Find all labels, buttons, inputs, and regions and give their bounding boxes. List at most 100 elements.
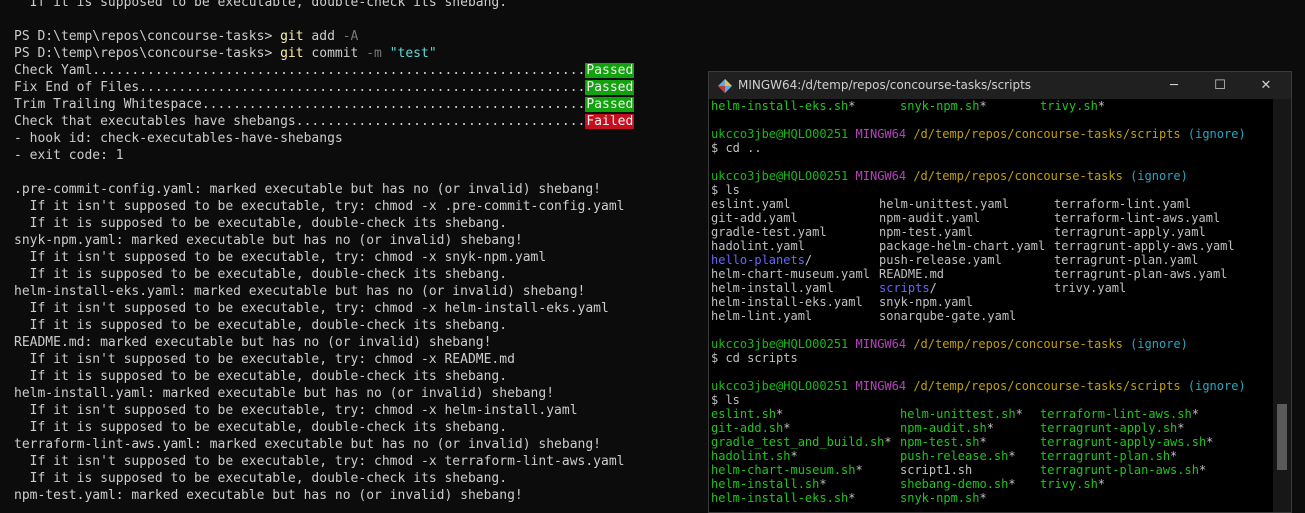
file-name: gradle_test_and_build.sh — [711, 435, 885, 449]
file-entry: terragrunt-apply.yaml — [1054, 225, 1206, 239]
file-entry: shebang-demo.sh* — [900, 477, 1016, 491]
file-entry: README.md — [879, 267, 944, 281]
minimize-button[interactable]: ─ — [1151, 72, 1197, 99]
close-button[interactable]: ✕ — [1243, 72, 1289, 99]
command-text: $ ls — [711, 393, 740, 407]
file-entry: terragrunt-plan.sh* — [1040, 449, 1177, 463]
prompt-line: ukcco3jbe@HQLO00251 MINGW64 /d/temp/repo… — [711, 337, 1188, 351]
command-line: PS D:\temp\repos\concourse-tasks> git ad… — [14, 28, 358, 45]
file-entry: terragrunt-plan.yaml — [1054, 253, 1199, 267]
file-name: hadolint.yaml — [711, 239, 805, 253]
file-name: scripts — [879, 281, 930, 295]
line-text: helm-install-eks.yaml: marked executable… — [14, 284, 586, 299]
file-entry: gradle_test_and_build.sh* — [711, 435, 892, 449]
mingw-terminal-output[interactable]: helm-install-eks.sh* snyk-npm.sh* trivy.sh… — [709, 99, 1273, 512]
prompt-user: ukcco3jbe@HQLO00251 — [711, 379, 849, 393]
mingw-title-bar[interactable]: MINGW64:/d/temp/repos/concourse-tasks/sc… — [709, 72, 1291, 99]
file-name: helm-install.sh — [711, 477, 820, 491]
line-text: If it isn't supposed to be executable, t… — [14, 250, 547, 265]
output-line: Check Yaml..............................… — [14, 62, 635, 79]
file-name: trivy.sh — [1040, 99, 1098, 113]
prompt-line: ukcco3jbe@HQLO00251 MINGW64 /d/temp/repo… — [711, 127, 1246, 141]
output-line: If it is supposed to be executable, doub… — [14, 470, 507, 487]
hook-status-badge: Passed — [585, 63, 635, 78]
output-line: README.md: marked executable but has no … — [14, 334, 491, 351]
git-branch: (ignore) — [1187, 379, 1246, 393]
line-text: Check that executables have shebangs....… — [14, 114, 586, 129]
file-entry: helm-chart-museum.sh* — [711, 463, 863, 477]
file-entry: helm-install-eks.yaml — [711, 295, 863, 309]
ls-row: hadolint.sh* push-release.sh* terragrunt-p… — [711, 449, 1177, 463]
file-name: snyk-npm.sh — [900, 491, 980, 505]
file-name: npm-audit.yaml — [879, 211, 981, 225]
file-name: snyk-npm.sh — [900, 99, 980, 113]
ls-row: helm-install-eks.sh* snyk-npm.sh* trivy.sh… — [711, 99, 1105, 113]
file-name: helm-install.yaml — [711, 281, 834, 295]
file-type-suffix: * — [783, 421, 791, 435]
prompt-line: ukcco3jbe@HQLO00251 MINGW64 /d/temp/repo… — [711, 379, 1246, 393]
command-option: -m — [366, 46, 382, 61]
file-type-suffix: * — [819, 477, 827, 491]
output-line: - hook id: check-executables-have-sheban… — [14, 130, 343, 147]
file-entry: script1.sh — [900, 463, 972, 477]
file-entry: trivy.yaml — [1054, 281, 1126, 295]
command-args: commit — [303, 46, 367, 61]
file-name: terragrunt-plan.sh — [1040, 449, 1171, 463]
output-line: snyk-npm.yaml: marked executable but has… — [14, 232, 523, 249]
file-type-suffix: * — [1177, 421, 1185, 435]
line-text: Check Yaml..............................… — [14, 63, 586, 78]
output-line: helm-install-eks.yaml: marked executable… — [14, 283, 585, 300]
ls-row: helm-install-eks.sh* snyk-npm.sh* — [711, 491, 987, 505]
file-entry: snyk-npm.yaml — [879, 295, 973, 309]
line-text: If it is supposed to be executable, doub… — [14, 0, 508, 10]
line-text: If it isn't supposed to be executable, t… — [14, 301, 609, 316]
prompt-env: MINGW64 — [855, 169, 907, 183]
line-text: Fix End of Files........................… — [14, 80, 586, 95]
output-line: Trim Trailing Whitespace................… — [14, 96, 635, 113]
scrollbar-thumb[interactable] — [1277, 404, 1287, 470]
line-text: snyk-npm.yaml: marked executable but has… — [14, 233, 523, 248]
file-name: helm-chart-museum.sh — [711, 463, 856, 477]
git-branch: (ignore) — [1187, 127, 1246, 141]
file-name: push-release.sh — [900, 449, 1009, 463]
hook-status-badge: Passed — [585, 97, 635, 112]
file-entry: hadolint.yaml — [711, 239, 805, 253]
file-entry: helm-unittest.yaml — [879, 197, 1009, 211]
command-args: add — [303, 29, 343, 44]
mingw-scrollbar[interactable] — [1273, 99, 1291, 512]
file-type-suffix: * — [979, 491, 987, 505]
line-text: If it is supposed to be executable, doub… — [14, 216, 508, 231]
file-entry: scripts/ — [879, 281, 937, 295]
file-entry: terragrunt-plan-aws.sh* — [1040, 463, 1206, 477]
file-name: terragrunt-apply.yaml — [1054, 225, 1206, 239]
line-text: If it is supposed to be executable, doub… — [14, 420, 508, 435]
mingw-terminal-window[interactable]: MINGW64:/d/temp/repos/concourse-tasks/sc… — [708, 71, 1292, 513]
prompt-path: /d/temp/repos/concourse-tasks — [913, 169, 1123, 183]
prompt-path: /d/temp/repos/concourse-tasks/scripts — [913, 379, 1181, 393]
line-text: If it isn't supposed to be executable, t… — [14, 403, 578, 418]
file-name: helm-install-eks.yaml — [711, 295, 863, 309]
file-entry: eslint.yaml — [711, 197, 790, 211]
mingw-window-title: MINGW64:/d/temp/repos/concourse-tasks/sc… — [738, 78, 1032, 92]
file-type-suffix: * — [848, 491, 856, 505]
line-text: If it isn't supposed to be executable, t… — [14, 454, 625, 469]
file-name: shebang-demo.sh — [900, 477, 1009, 491]
file-type-suffix: / — [804, 253, 813, 267]
line-text: If it is supposed to be executable, doub… — [14, 471, 508, 486]
file-name: README.md — [879, 267, 945, 281]
file-entry: terragrunt-apply.sh* — [1040, 421, 1185, 435]
maximize-button[interactable]: ☐ — [1197, 72, 1243, 99]
file-name: terragrunt-plan-aws.yaml — [1054, 267, 1228, 281]
prompt-user: ukcco3jbe@HQLO00251 — [711, 169, 849, 183]
line-text: If it isn't supposed to be executable, t… — [14, 199, 625, 214]
output-line: If it is supposed to be executable, doub… — [14, 317, 507, 334]
file-type-suffix: * — [1191, 407, 1199, 421]
output-line: If it is supposed to be executable, doub… — [14, 0, 507, 11]
file-entry: helm-lint.yaml — [711, 309, 812, 323]
mingw-app-icon — [718, 79, 732, 93]
output-line: If it isn't supposed to be executable, t… — [14, 402, 578, 419]
file-entry: helm-install-eks.sh* — [711, 491, 856, 505]
ls-row: gradle-test.yaml npm-test.yaml terragrunt-… — [711, 225, 1206, 239]
output-line: If it is supposed to be executable, doub… — [14, 215, 507, 232]
line-text: If it is supposed to be executable, doub… — [14, 267, 508, 282]
